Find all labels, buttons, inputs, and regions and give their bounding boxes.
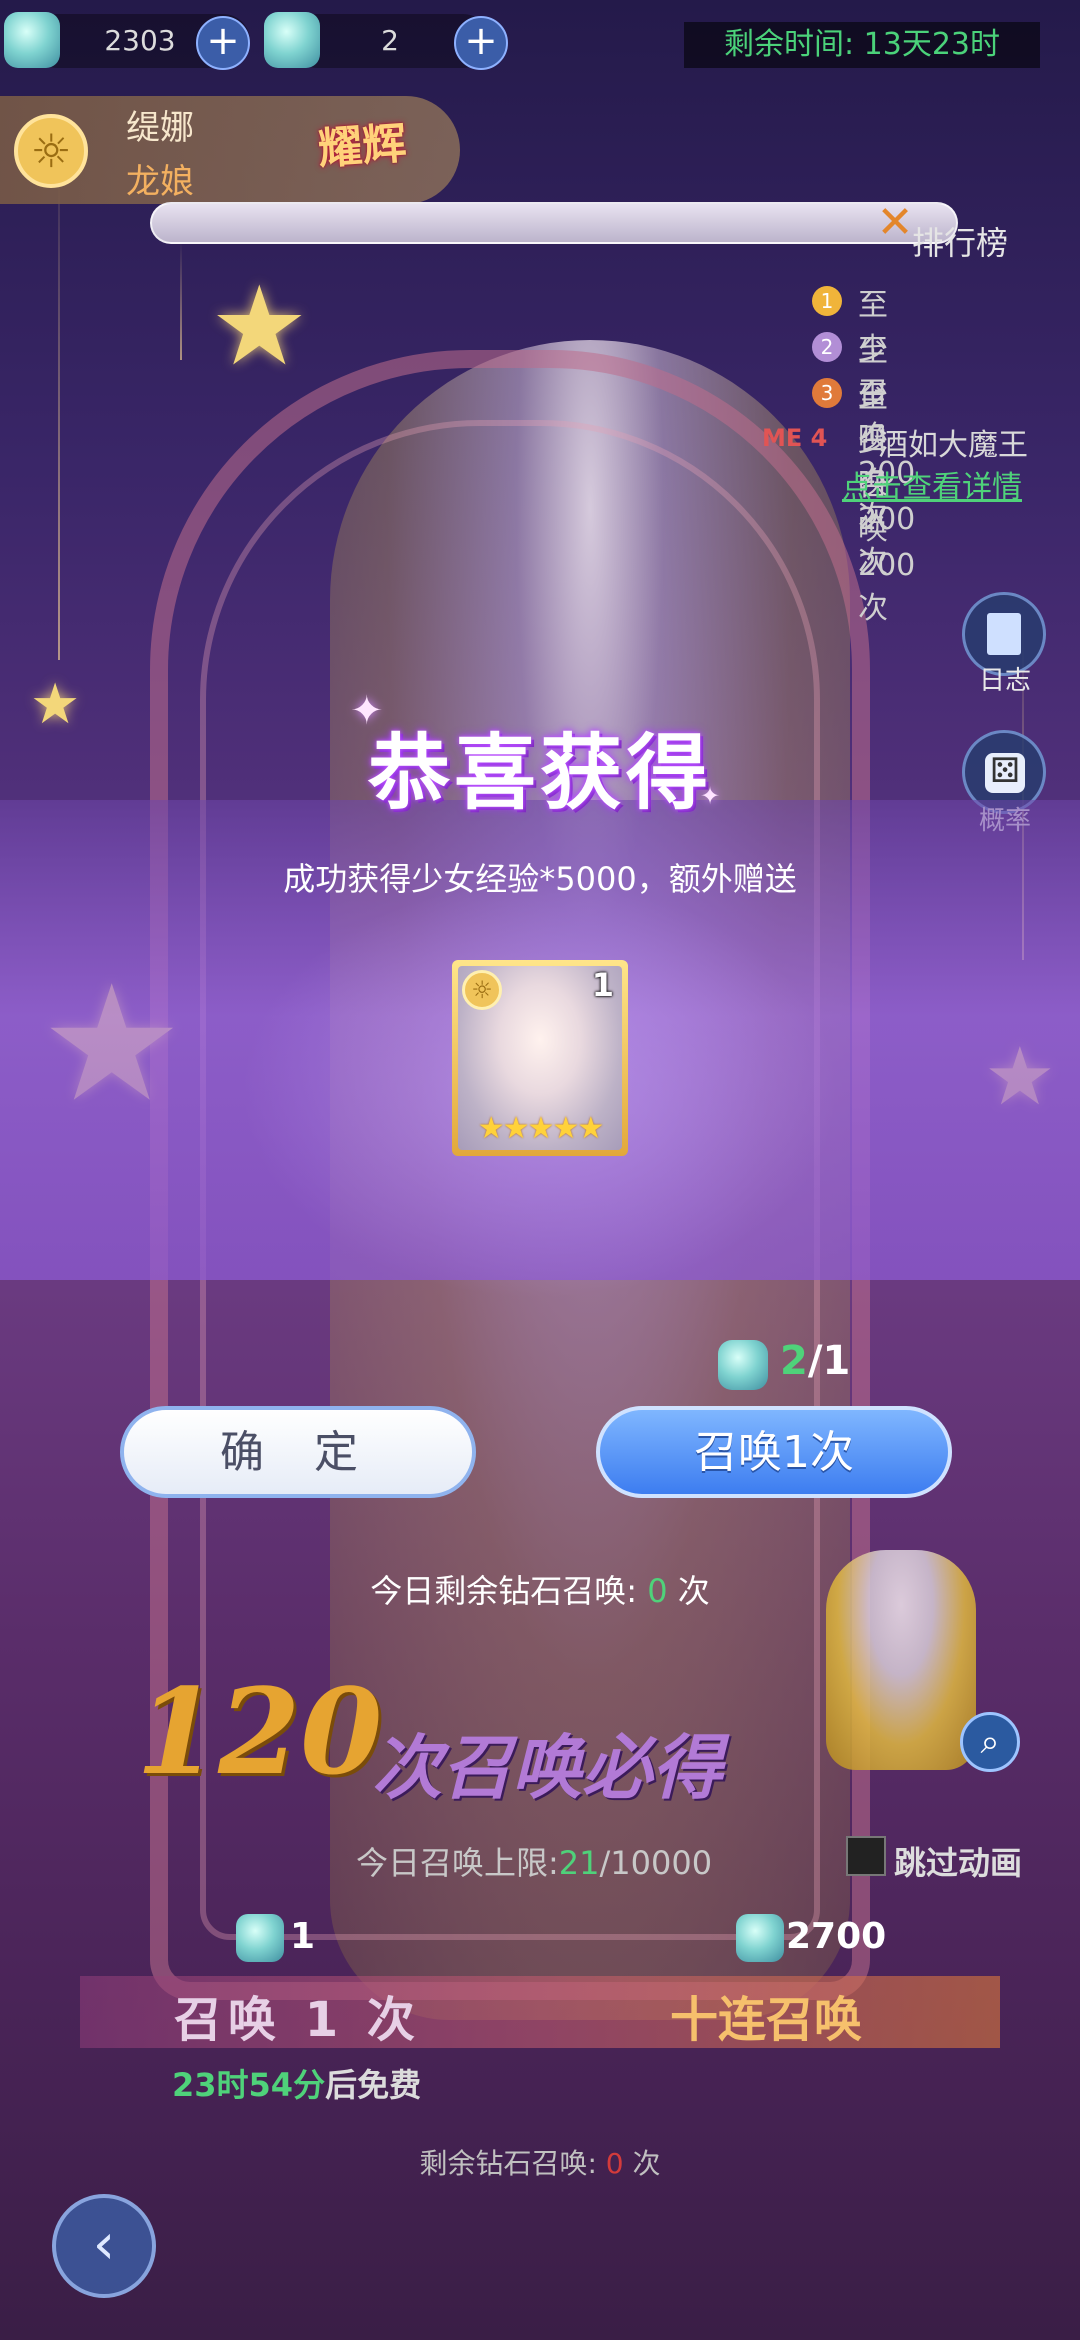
character-name: 缇娜 <box>126 108 194 148</box>
guarantee-number: 120 <box>136 1662 383 1801</box>
free-countdown-time: 23时54分 <box>172 2066 326 2104</box>
confirm-button[interactable]: 确 定 <box>120 1406 476 1498</box>
reward-count: 1 <box>591 966 614 1004</box>
gem-icon <box>236 1914 284 1962</box>
back-arrow-icon: ‹ <box>92 2212 116 2277</box>
crystal-add-button[interactable]: + <box>196 16 250 70</box>
diamond-summon-prefix: 剩余钻石召唤: <box>419 2147 597 2180</box>
magnifier-icon[interactable]: ⌕ <box>960 1712 1020 1772</box>
character-race: 龙娘 <box>126 162 194 202</box>
confirm-label: 确 定 <box>220 1427 376 1478</box>
ranking-detail-link[interactable]: 点击查看详情 <box>842 462 1022 506</box>
popup-subtitle: 成功获得少女经验*5000，额外赠送 <box>283 860 797 898</box>
summon-limit-total: /10000 <box>599 1844 713 1882</box>
free-countdown: 23时54分后免费 <box>172 2060 421 2106</box>
hanging-thread <box>180 240 182 360</box>
single-summon-button[interactable]: 召唤 1 次 <box>174 1980 421 2050</box>
rarity-badge: 耀辉 <box>316 117 408 175</box>
today-left-prefix: 今日剩余钻石召唤: <box>370 1572 638 1610</box>
single-summon-price: 1 <box>290 1916 316 1957</box>
gem-add-button[interactable]: + <box>454 16 508 70</box>
log-book-icon <box>987 613 1021 655</box>
gem-icon <box>264 12 320 68</box>
today-left-suffix: 次 <box>677 1572 710 1610</box>
reward-portrait: ☼ 1 ★★★★★ <box>458 966 622 1150</box>
back-button[interactable]: ‹ <box>52 2194 156 2298</box>
ranking-title[interactable]: 排行榜 <box>912 218 1008 264</box>
summon-cost-rest: /1 <box>807 1338 851 1384</box>
skip-animation-checkbox[interactable] <box>846 1836 886 1876</box>
summon-cost: 2/1 <box>780 1338 850 1384</box>
guarantee-text: 次召唤必得 <box>372 1727 722 1809</box>
summon-cost-owned: 2 <box>780 1338 808 1384</box>
remaining-time: 剩余时间: 13天23时 <box>684 22 1040 68</box>
crystal-icon <box>736 1914 784 1962</box>
ten-summon-button[interactable]: 十连召唤 <box>670 1980 862 2050</box>
ten-summon-price: 2700 <box>786 1916 887 1957</box>
progress-bar <box>150 202 958 244</box>
today-left-value: 0 <box>647 1572 668 1610</box>
today-diamond-summon: 今日剩余钻石召唤: 0 次 <box>0 1566 1080 1612</box>
skip-animation-label: 跳过动画 <box>894 1844 1023 1882</box>
my-rank-label: ME 4 <box>762 424 828 452</box>
gem-icon <box>718 1340 768 1390</box>
medal-icon: 3 <box>812 378 842 408</box>
sun-emblem-icon: ☼ <box>462 970 502 1010</box>
reward-stars: ★★★★★ <box>477 1111 604 1146</box>
summon-once-button[interactable]: 召唤1次 <box>596 1406 952 1498</box>
log-label: 日志 <box>978 666 1031 696</box>
my-rank-name: 酒如大魔王 <box>878 428 1028 463</box>
diamond-summon-remaining: 剩余钻石召唤: 0 次 <box>0 2142 1080 2182</box>
summon-limit-value: 21 <box>558 1844 600 1882</box>
medal-icon: 2 <box>812 332 842 362</box>
summon-once-label: 召唤1次 <box>694 1427 854 1478</box>
popup-title: 恭喜获得 <box>367 726 712 821</box>
star-decoration-icon: ★ <box>210 262 309 390</box>
crystal-icon <box>4 12 60 68</box>
medal-icon: 1 <box>812 286 842 316</box>
sun-emblem-icon: ☼ <box>14 114 88 188</box>
summon-limit: 今日召唤上限:21/10000 <box>356 1838 712 1884</box>
summon-limit-prefix: 今日召唤上限: <box>356 1844 559 1882</box>
diamond-summon-value: 0 <box>605 2147 624 2180</box>
reward-card[interactable]: ☼ 1 ★★★★★ <box>452 960 628 1156</box>
diamond-summon-suffix: 次 <box>632 2147 661 2180</box>
free-countdown-suffix: 后免费 <box>325 2066 422 2104</box>
